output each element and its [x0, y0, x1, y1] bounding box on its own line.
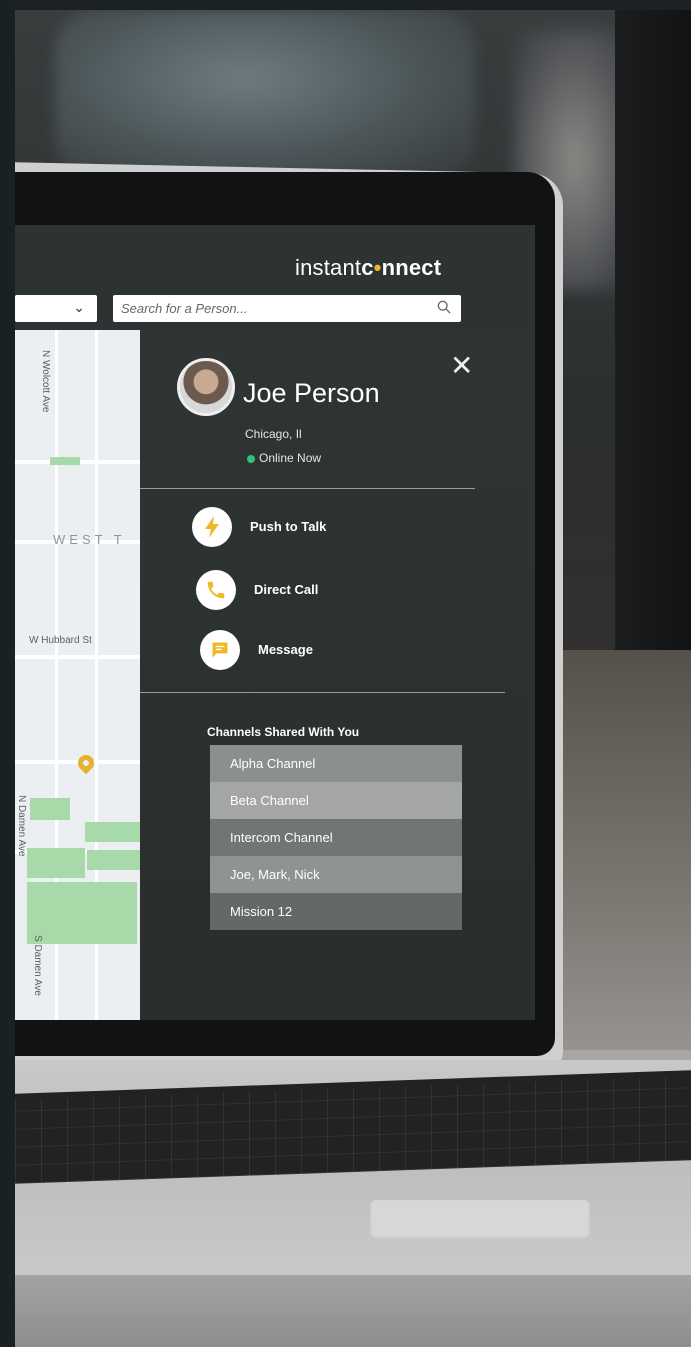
app-logo: instantc•nnect — [295, 255, 442, 280]
push-to-talk-button[interactable]: Push to Talk — [192, 507, 452, 549]
person-name: Joe Person — [243, 378, 380, 408]
laptop-front-edge — [15, 1275, 691, 1347]
message-icon — [200, 630, 240, 670]
status-badge: Online Now — [247, 451, 321, 465]
search-icon[interactable] — [437, 300, 451, 314]
lightning-icon — [192, 507, 232, 547]
online-dot-icon — [247, 454, 255, 463]
avatar — [177, 358, 235, 416]
close-icon[interactable]: ✕ — [450, 352, 473, 380]
map-view[interactable]: N Wolcott Ave WEST T W Hubbard St N Dame… — [15, 330, 155, 1020]
map-label-street: W Hubbard St — [29, 635, 92, 646]
push-to-talk-label: Push to Talk — [250, 519, 327, 534]
left-border — [0, 0, 15, 1347]
map-label-street: N Wolcott Ave — [40, 350, 51, 413]
person-location: Chicago, Il — [245, 427, 302, 441]
channel-item[interactable]: Beta Channel — [210, 782, 462, 819]
app-screen: instantc•nnect ⌄ N Wolcott Ave WEST T W … — [15, 225, 535, 1020]
chevron-down-icon: ⌄ — [73, 299, 85, 315]
trackpad — [370, 1200, 590, 1240]
person-search-bar[interactable] — [113, 295, 461, 322]
message-label: Message — [258, 642, 313, 657]
divider — [140, 488, 475, 489]
message-button[interactable]: Message — [200, 630, 460, 672]
channels-heading: Channels Shared With You — [207, 725, 360, 739]
map-label-street: N Damen Ave — [16, 795, 27, 857]
phone-icon — [196, 570, 236, 610]
channel-item[interactable]: Alpha Channel — [210, 745, 462, 782]
person-profile-panel: ✕ Joe Person Chicago, Il Online Now Push… — [140, 330, 535, 1020]
search-input[interactable] — [113, 295, 429, 322]
divider — [140, 692, 505, 693]
map-label-street: S Damen Ave — [32, 935, 43, 996]
status-text: Online Now — [259, 451, 322, 465]
map-label-district: WEST T — [53, 532, 126, 547]
direct-call-button[interactable]: Direct Call — [196, 570, 456, 612]
channel-item[interactable]: Mission 12 — [210, 893, 462, 930]
channel-item[interactable]: Joe, Mark, Nick — [210, 856, 462, 893]
direct-call-label: Direct Call — [254, 582, 319, 597]
channel-list: Alpha Channel Beta Channel Intercom Chan… — [210, 745, 462, 930]
channel-item[interactable]: Intercom Channel — [210, 819, 462, 856]
map-filter-dropdown[interactable]: ⌄ — [15, 295, 97, 322]
location-pin-icon[interactable] — [74, 751, 98, 775]
